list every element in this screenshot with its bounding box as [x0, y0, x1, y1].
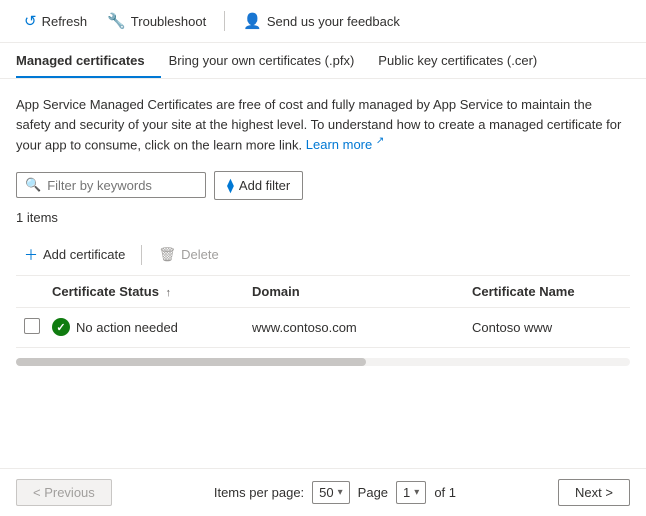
- row-status-cell: No action needed: [52, 307, 252, 347]
- row-checkbox[interactable]: [24, 318, 40, 334]
- previous-button[interactable]: < Previous: [16, 479, 112, 506]
- pagination-bar: < Previous Items per page: 50 ▾ Page 1 ▾…: [0, 468, 646, 516]
- feedback-button[interactable]: 👤 Send us your feedback: [235, 8, 408, 34]
- delete-button[interactable]: 🗑 Delete: [150, 242, 226, 267]
- next-button[interactable]: Next >: [558, 479, 630, 506]
- page-number-select[interactable]: 1 ▾: [396, 481, 426, 504]
- main-content: App Service Managed Certificates are fre…: [0, 79, 646, 372]
- tab-pfx-certificates[interactable]: Bring your own certificates (.pfx): [169, 43, 371, 78]
- add-certificate-label: Add certificate: [43, 247, 125, 262]
- page-chevron-icon: ▾: [414, 487, 419, 498]
- add-icon: ＋: [24, 245, 38, 265]
- add-certificate-button[interactable]: ＋ Add certificate: [16, 241, 133, 269]
- add-filter-label: Add filter: [239, 178, 290, 193]
- table-row: No action needed www.contoso.com Contoso…: [16, 307, 630, 347]
- total-pages-label: of 1: [434, 485, 456, 500]
- col-checkbox: [16, 276, 52, 308]
- items-per-page-label: Items per page:: [214, 485, 304, 500]
- page-label: Page: [358, 485, 388, 500]
- pagination-center: Items per page: 50 ▾ Page 1 ▾ of 1: [214, 481, 456, 504]
- troubleshoot-icon: 🔧: [107, 12, 126, 30]
- tab-managed-certificates[interactable]: Managed certificates: [16, 43, 161, 78]
- items-count: 1 items: [16, 210, 630, 225]
- row-checkbox-cell: [16, 307, 52, 347]
- row-domain-cell: www.contoso.com: [252, 307, 472, 347]
- row-name-cell: Contoso www: [472, 307, 630, 347]
- current-page-value: 1: [403, 485, 410, 500]
- action-bar-divider: [141, 245, 142, 265]
- certificate-name-value: Contoso www: [472, 320, 552, 335]
- domain-value: www.contoso.com: [252, 320, 357, 335]
- filter-input-wrap: 🔍: [16, 172, 206, 198]
- scrollbar-thumb[interactable]: [16, 358, 366, 366]
- troubleshoot-label: Troubleshoot: [131, 14, 206, 29]
- horizontal-scrollbar[interactable]: [16, 352, 630, 372]
- toolbar-divider: [224, 11, 225, 31]
- status-success-icon: [52, 318, 70, 336]
- action-bar: ＋ Add certificate 🗑 Delete: [16, 235, 630, 276]
- per-page-chevron-icon: ▾: [338, 487, 343, 498]
- toolbar: ↺ Refresh 🔧 Troubleshoot 👤 Send us your …: [0, 0, 646, 43]
- filter-input[interactable]: [47, 178, 197, 193]
- col-domain: Domain: [252, 276, 472, 308]
- refresh-label: Refresh: [42, 14, 88, 29]
- add-filter-button[interactable]: ⧫ Add filter: [214, 171, 303, 200]
- table-header-row: Certificate Status ↑ Domain Certificate …: [16, 276, 630, 308]
- feedback-icon: 👤: [243, 12, 262, 30]
- search-icon: 🔍: [25, 177, 41, 193]
- tabs-bar: Managed certificates Bring your own cert…: [0, 43, 646, 79]
- sort-icon: ↑: [166, 287, 172, 299]
- refresh-icon: ↺: [24, 12, 37, 30]
- learn-more-link[interactable]: Learn more ↗: [306, 137, 385, 152]
- troubleshoot-button[interactable]: 🔧 Troubleshoot: [99, 8, 214, 34]
- status-text: No action needed: [76, 320, 178, 335]
- items-per-page-select[interactable]: 50 ▾: [312, 481, 350, 504]
- filter-icon: ⧫: [227, 177, 234, 194]
- col-status[interactable]: Certificate Status ↑: [52, 276, 252, 308]
- delete-label: Delete: [181, 247, 219, 262]
- description-text: App Service Managed Certificates are fre…: [16, 95, 626, 155]
- delete-icon: 🗑: [158, 246, 176, 263]
- feedback-label: Send us your feedback: [267, 14, 400, 29]
- col-name: Certificate Name: [472, 276, 630, 308]
- scrollbar-track: [16, 358, 630, 366]
- external-link-icon: ↗: [376, 136, 384, 147]
- certificate-table: Certificate Status ↑ Domain Certificate …: [16, 276, 630, 348]
- tab-cer-certificates[interactable]: Public key certificates (.cer): [378, 43, 553, 78]
- filter-row: 🔍 ⧫ Add filter: [16, 171, 630, 200]
- refresh-button[interactable]: ↺ Refresh: [16, 8, 95, 34]
- per-page-value: 50: [319, 485, 333, 500]
